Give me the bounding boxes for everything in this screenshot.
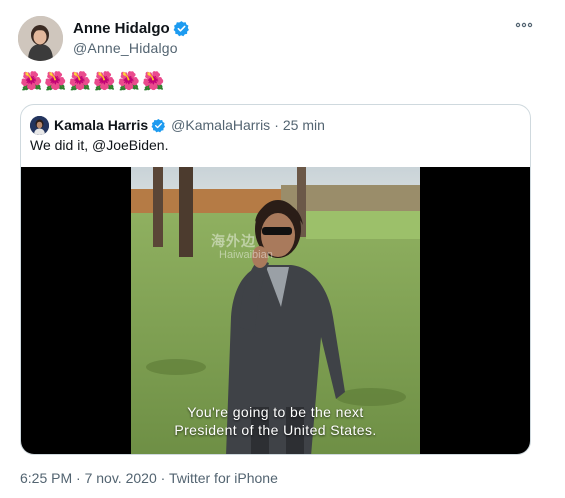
video-player[interactable]: 海外边 Haiwaibian You're going to be the ne…	[21, 167, 530, 454]
tweet-time[interactable]: 6:25 PM	[20, 470, 72, 486]
quoted-tweet-text: We did it, @JoeBiden.	[30, 137, 169, 153]
video-watermark-latin: Haiwaibian	[219, 249, 273, 261]
author-handle[interactable]: @Anne_Hidalgo	[73, 40, 190, 56]
tweet-meta: 6:25 PM · 7 nov. 2020 · Twitter for iPho…	[20, 470, 278, 486]
video-caption-line-1: You're going to be the next	[187, 404, 364, 420]
meta-separator-2: ·	[160, 470, 166, 486]
author-block: Anne Hidalgo @Anne_Hidalgo	[73, 18, 190, 56]
tweet-text: 🌺🌺🌺🌺🌺🌺	[20, 71, 167, 91]
quoted-header-separator: ·	[274, 117, 279, 133]
author-name[interactable]: Anne Hidalgo	[73, 20, 170, 37]
quoted-author-name[interactable]: Kamala Harris	[54, 117, 148, 133]
tweet-source[interactable]: Twitter for iPhone	[169, 470, 278, 486]
quoted-tweet-header: Kamala Harris @KamalaHarris · 25 min	[30, 114, 325, 136]
tweet: Anne Hidalgo @Anne_Hidalgo 🌺🌺🌺🌺🌺🌺 Kamala…	[0, 0, 565, 498]
quoted-author-avatar[interactable]	[30, 115, 49, 135]
tweet-date[interactable]: 7 nov. 2020	[85, 470, 157, 486]
quoted-tweet[interactable]: Kamala Harris @KamalaHarris · 25 min We …	[20, 104, 531, 455]
verified-badge-icon	[173, 20, 189, 36]
quoted-author-handle[interactable]: @KamalaHarris	[171, 117, 270, 133]
verified-badge-icon	[151, 118, 166, 132]
more-horizontal-icon[interactable]	[515, 20, 533, 30]
video-watermark: 海外边	[211, 233, 256, 249]
quoted-time-ago[interactable]: 25 min	[283, 117, 325, 133]
video-caption-line-2: President of the United States.	[174, 422, 377, 438]
meta-separator-1: ·	[76, 470, 81, 486]
author-avatar[interactable]	[18, 16, 63, 61]
